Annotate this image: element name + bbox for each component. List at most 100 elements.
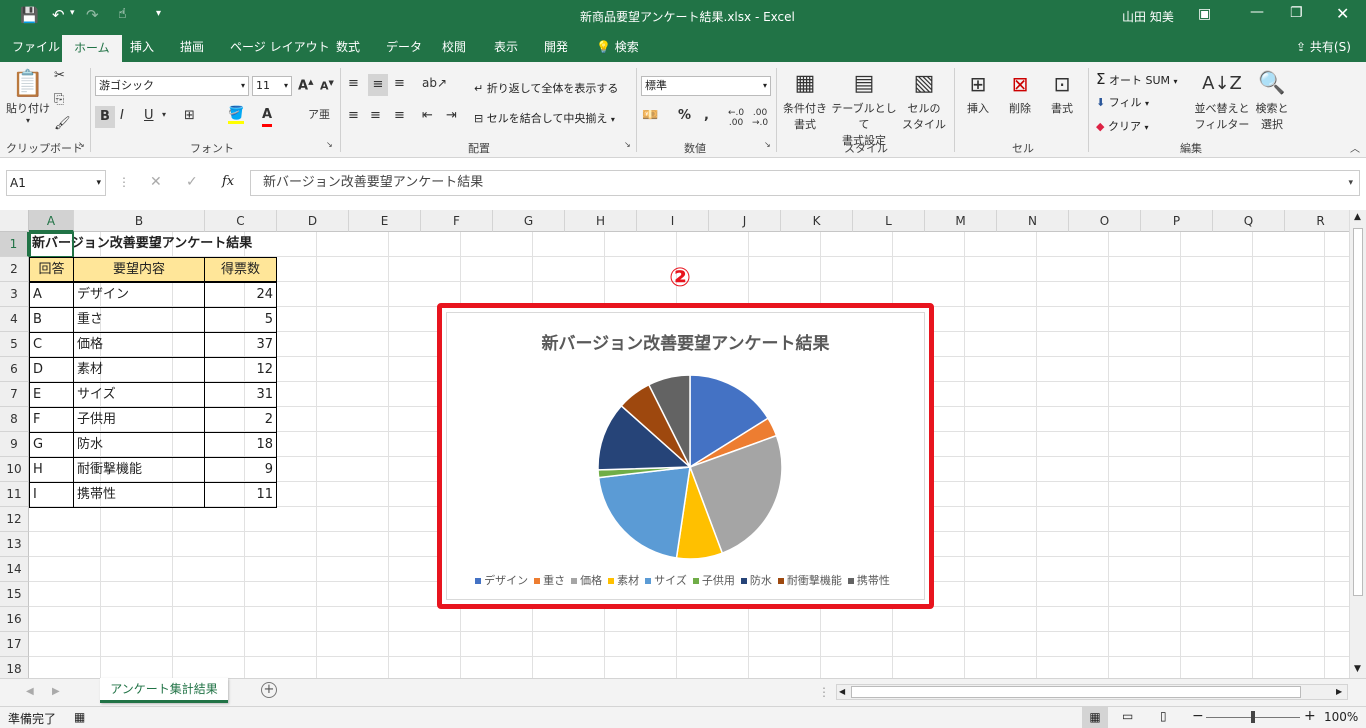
number-launcher-icon[interactable]: ↘ (764, 140, 771, 149)
alignment-launcher-icon[interactable]: ↘ (624, 140, 631, 149)
clear-button[interactable]: ◆ クリア ▾ (1096, 118, 1148, 134)
tab-page-layout[interactable]: ページ レイアウト (224, 33, 336, 62)
delete-cells-button[interactable]: ⊠ 削除 (1000, 68, 1040, 116)
column-header-o[interactable]: O (1069, 210, 1141, 232)
legend-item[interactable]: 素材 (608, 574, 639, 587)
column-header-q[interactable]: Q (1213, 210, 1285, 232)
name-box[interactable]: A1 ▾ (6, 170, 106, 196)
fill-button[interactable]: ⬇ フィル ▾ (1096, 94, 1149, 110)
percent-style-icon[interactable]: % (678, 108, 691, 123)
fill-color-icon[interactable]: 🪣 (228, 106, 245, 124)
row-header-17[interactable]: 17 (0, 632, 29, 657)
table-cell-request[interactable]: 素材 (73, 357, 205, 383)
scroll-left-icon[interactable]: ◀ (839, 687, 845, 696)
tab-data[interactable]: データ (380, 33, 428, 62)
merge-center-button[interactable]: ⊟ セルを結合して中央揃え ▾ (474, 110, 615, 126)
redo-icon[interactable]: ↷ (86, 6, 99, 24)
column-header-p[interactable]: P (1141, 210, 1213, 232)
legend-item[interactable]: サイズ (645, 574, 687, 587)
cut-icon[interactable]: ✂ (54, 68, 65, 83)
font-launcher-icon[interactable]: ↘ (326, 140, 333, 149)
row-header-3[interactable]: 3 (0, 282, 29, 307)
formula-input[interactable]: 新バージョン改善要望アンケート結果 ▾ (250, 170, 1360, 196)
zoom-slider[interactable] (1206, 711, 1300, 723)
pie-plot-area[interactable] (590, 367, 790, 567)
format-cells-button[interactable]: ⊡ 書式 (1042, 68, 1082, 116)
column-header-e[interactable]: E (349, 210, 421, 232)
row-header-9[interactable]: 9 (0, 432, 29, 457)
align-right-icon[interactable]: ≡ (394, 108, 405, 123)
tab-file[interactable]: ファイル (6, 33, 66, 62)
chart-title[interactable]: 新バージョン改善要望アンケート結果 (447, 329, 924, 354)
row-header-13[interactable]: 13 (0, 532, 29, 557)
shrink-font-icon[interactable]: A▼ (320, 79, 334, 93)
legend-item[interactable]: 耐衝撃機能 (777, 574, 842, 587)
align-center-icon[interactable]: ≡ (370, 108, 381, 123)
decrease-decimal-icon[interactable]: .00 →.0 (752, 108, 768, 128)
paste-button[interactable]: 📋 貼り付け ▾ (6, 68, 50, 125)
table-cell-answer[interactable]: G (29, 432, 74, 458)
grow-font-icon[interactable]: A▲ (298, 78, 313, 93)
confirm-entry-icon[interactable]: ✓ (186, 174, 198, 190)
collapse-ribbon-icon[interactable]: ︿ (1350, 140, 1360, 155)
zoom-out-icon[interactable]: − (1192, 708, 1204, 724)
column-header-k[interactable]: K (781, 210, 853, 232)
tab-formulas[interactable]: 数式 (330, 33, 366, 62)
table-cell-answer[interactable]: E (29, 382, 74, 408)
table-cell-votes[interactable]: 37 (204, 332, 277, 358)
column-header-j[interactable]: J (709, 210, 781, 232)
column-header-c[interactable]: C (205, 210, 277, 232)
table-cell-votes[interactable]: 24 (204, 282, 277, 308)
macro-record-icon[interactable]: ▦ (74, 710, 85, 724)
customize-toolbar-icon[interactable]: ▾ (156, 8, 161, 19)
row-header-16[interactable]: 16 (0, 607, 29, 632)
tab-review[interactable]: 校閲 (436, 33, 472, 62)
legend-item[interactable]: 子供用 (692, 574, 735, 587)
column-header-h[interactable]: H (565, 210, 637, 232)
row-header-12[interactable]: 12 (0, 507, 29, 532)
legend-item[interactable]: デザイン (475, 574, 528, 587)
legend-item[interactable]: 重さ (534, 574, 565, 587)
scroll-up-icon[interactable]: ▲ (1354, 212, 1361, 222)
column-header-b[interactable]: B (74, 210, 205, 232)
table-cell-request[interactable]: 価格 (73, 332, 205, 358)
legend-item[interactable]: 防水 (740, 574, 772, 587)
vertical-scrollbar[interactable]: ▲ ▼ (1349, 210, 1366, 678)
clipboard-launcher-icon[interactable]: ↘ (78, 140, 85, 149)
format-as-table-button[interactable]: ▤ テーブルとして 書式設定 (830, 68, 898, 148)
tab-view[interactable]: 表示 (488, 33, 524, 62)
table-cell-answer[interactable]: H (29, 457, 74, 483)
table-cell-request[interactable]: 携帯性 (73, 482, 205, 508)
table-cell-votes[interactable]: 11 (204, 482, 277, 508)
page-break-view-icon[interactable]: ▯ (1160, 709, 1167, 723)
header-request[interactable]: 要望内容 (73, 257, 205, 282)
tab-split-grip-icon[interactable]: ⋮ (818, 685, 830, 699)
share-button[interactable]: ⇪ 共有(S) (1290, 33, 1357, 62)
row-header-14[interactable]: 14 (0, 557, 29, 582)
horizontal-scroll-thumb[interactable] (851, 686, 1301, 698)
touch-mode-icon[interactable]: ☝ (118, 6, 127, 22)
row-header-10[interactable]: 10 (0, 457, 29, 482)
pie-chart[interactable]: 新バージョン改善要望アンケート結果 デザイン 重さ 価格 素材 サイズ 子供用 防水 耐衝撃機… (446, 312, 925, 600)
table-cell-answer[interactable]: I (29, 482, 74, 508)
header-answer[interactable]: 回答 (29, 257, 74, 282)
autosum-button[interactable]: Σ オート SUM ▾ (1096, 70, 1178, 88)
italic-icon[interactable]: I (120, 108, 124, 123)
prev-sheet-icon[interactable]: ◀ (26, 686, 34, 697)
row-header-6[interactable]: 6 (0, 357, 29, 382)
align-middle-icon[interactable]: ≡ (368, 74, 388, 96)
number-format-select[interactable]: 標準 ▾ (641, 76, 771, 96)
column-header-r[interactable]: R (1285, 210, 1357, 232)
comma-style-icon[interactable]: , (704, 108, 709, 123)
row-header-15[interactable]: 15 (0, 582, 29, 607)
header-votes[interactable]: 得票数 (204, 257, 277, 282)
align-top-icon[interactable]: ≡ (348, 76, 359, 91)
table-cell-answer[interactable]: B (29, 307, 74, 333)
table-cell-answer[interactable]: C (29, 332, 74, 358)
sort-filter-button[interactable]: A↓Z 並べ替えと フィルター (1194, 68, 1250, 132)
minimize-icon[interactable]: — (1250, 4, 1264, 20)
user-name[interactable]: 山田 知美 (1122, 8, 1174, 25)
increase-indent-icon[interactable]: ⇥ (446, 108, 457, 123)
tab-draw[interactable]: 描画 (174, 33, 210, 62)
accounting-format-icon[interactable]: 💴 (642, 108, 658, 123)
